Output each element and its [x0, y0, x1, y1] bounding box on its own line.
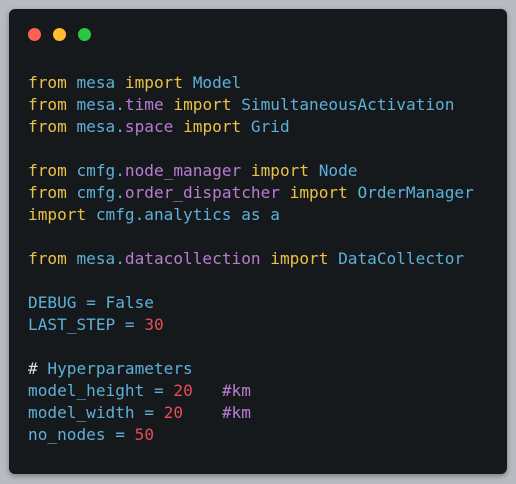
code-token: analytics as a: [144, 205, 280, 224]
code-token: DataCollector: [328, 249, 465, 268]
code-token: import: [270, 249, 329, 268]
code-token: 20: [173, 381, 193, 400]
code-line: LAST_STEP = 30: [28, 314, 474, 336]
minimize-dot-icon[interactable]: [53, 28, 66, 41]
code-token: datacollection: [124, 249, 261, 268]
code-token: from: [28, 73, 67, 92]
code-token: node_manager: [124, 161, 242, 180]
code-token: =: [124, 315, 135, 334]
code-line: # Hyperparameters: [28, 358, 474, 380]
code-token: DEBUG: [28, 293, 87, 312]
code-block: from mesa import Model from mesa.time imp…: [28, 72, 474, 446]
code-token: =: [115, 425, 125, 444]
code-token: .: [115, 161, 125, 180]
code-token: from: [28, 249, 67, 268]
code-window: from mesa import Model from mesa.time imp…: [9, 9, 507, 474]
code-token: SimultaneousActivation: [231, 95, 455, 114]
code-token: 20: [163, 403, 184, 422]
code-token: from: [28, 117, 67, 136]
code-token: import: [173, 95, 232, 114]
code-token: cmfg: [86, 205, 135, 224]
code-token: #: [28, 359, 38, 378]
code-token: Grid: [241, 117, 290, 136]
code-line: DEBUG = False: [28, 292, 474, 314]
code-token: .: [115, 95, 125, 114]
code-line: from mesa.datacollection import DataColl…: [28, 248, 474, 270]
code-token: no_nodes: [28, 425, 116, 444]
code-token: =: [144, 403, 154, 422]
code-token: import: [183, 117, 242, 136]
code-token: model_width: [28, 403, 145, 422]
code-token: cmfg: [66, 161, 116, 180]
code-token: time: [124, 95, 164, 114]
code-token: 30: [144, 315, 164, 334]
code-token: Model: [183, 73, 242, 92]
code-token: import: [289, 183, 348, 202]
code-line: from mesa import Model: [28, 72, 474, 94]
code-token: import: [250, 161, 310, 180]
code-token: =: [86, 293, 96, 312]
code-token: Hyperparameters: [37, 359, 193, 378]
code-token: mesa: [66, 117, 116, 136]
code-token: import: [28, 205, 87, 224]
code-token: from: [28, 183, 67, 202]
code-token: from: [28, 161, 67, 180]
code-line: from mesa.time import SimultaneousActiva…: [28, 94, 474, 116]
code-token: import: [124, 73, 184, 92]
code-line: from mesa.space import Grid: [28, 116, 474, 138]
code-token: mesa: [66, 95, 116, 114]
code-line: model_width = 20 #km: [28, 402, 474, 424]
code-token: order_dispatcher: [124, 183, 280, 202]
code-token: LAST_STEP: [28, 315, 125, 334]
code-token: Node: [309, 161, 358, 180]
code-token: cmfg: [66, 183, 116, 202]
code-token: mesa: [66, 73, 125, 92]
code-token: .: [115, 183, 125, 202]
code-token: #km: [221, 381, 251, 400]
maximize-dot-icon[interactable]: [78, 28, 91, 41]
code-token: .: [115, 117, 125, 136]
close-dot-icon[interactable]: [28, 28, 41, 41]
code-line: from cmfg.order_dispatcher import OrderM…: [28, 182, 474, 204]
code-token: 50: [134, 425, 155, 444]
code-line: model_height = 20 #km: [28, 380, 474, 402]
code-line: import cmfg.analytics as a: [28, 204, 474, 226]
code-token: mesa: [66, 249, 116, 268]
code-token: #km: [221, 403, 251, 422]
code-line: no_nodes = 50: [28, 424, 474, 446]
code-token: =: [153, 381, 164, 400]
window-controls: [28, 28, 91, 41]
code-token: space: [124, 117, 174, 136]
code-token: .: [115, 249, 125, 268]
code-token: model_height: [28, 381, 154, 400]
code-token: from: [28, 95, 67, 114]
code-token: .: [134, 205, 145, 224]
code-token: False: [95, 293, 154, 312]
code-token: OrderManager: [347, 183, 474, 202]
code-line: from cmfg.node_manager import Node: [28, 160, 474, 182]
